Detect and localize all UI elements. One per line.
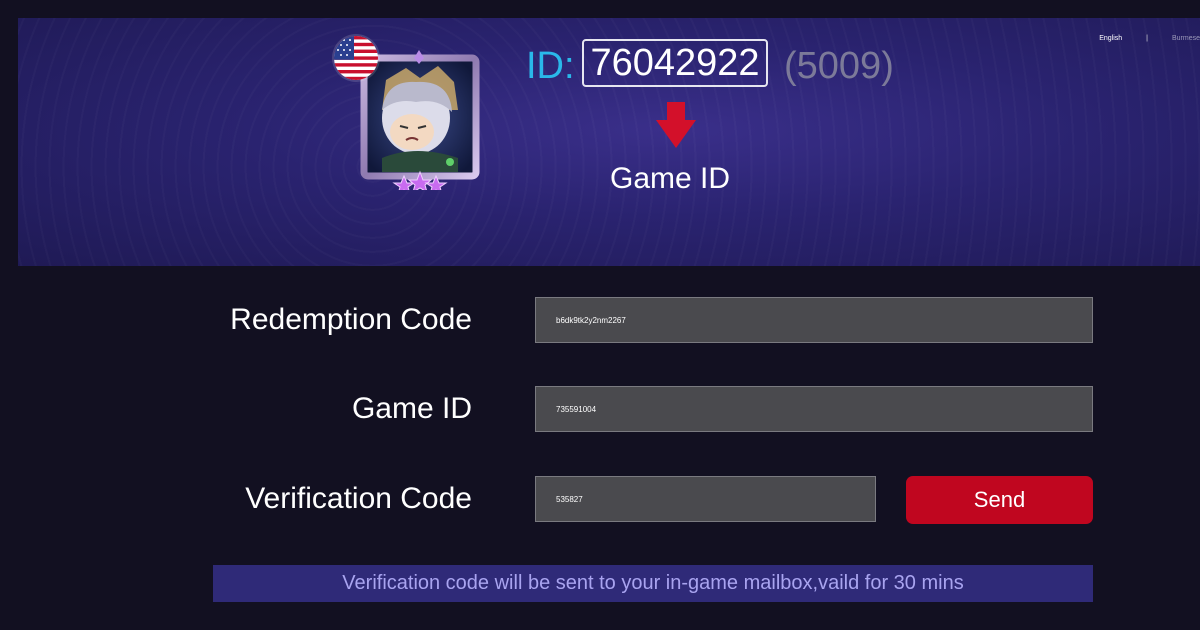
banner-game-id-caption: Game ID [610,162,731,195]
banner-game-id-value: 76042922 [582,39,768,87]
language-switcher: English | Burmese [1099,35,1200,42]
redeem-page: English | Burmese ID: 76042922 (5009) Ga… [0,0,1200,630]
send-code-button[interactable]: Send [906,476,1093,524]
id-prefix-label: ID: [526,45,575,87]
game-id-input[interactable] [535,386,1093,432]
redemption-code-input[interactable] [535,297,1093,343]
game-id-label: Game ID [351,392,472,425]
verification-code-input[interactable] [535,476,876,522]
red-arrow-down-icon [656,102,696,148]
banner-server-id: (5009) [784,45,894,87]
redemption-code-label: Redemption Code [230,303,472,336]
verification-notice: Verification code will be sent to your i… [213,565,1093,602]
language-english-link[interactable]: English [1099,35,1122,42]
language-separator: | [1146,35,1148,42]
language-other-link[interactable]: Burmese [1172,35,1200,42]
us-flag-icon [334,36,378,80]
verification-code-label: Verification Code [245,482,472,515]
